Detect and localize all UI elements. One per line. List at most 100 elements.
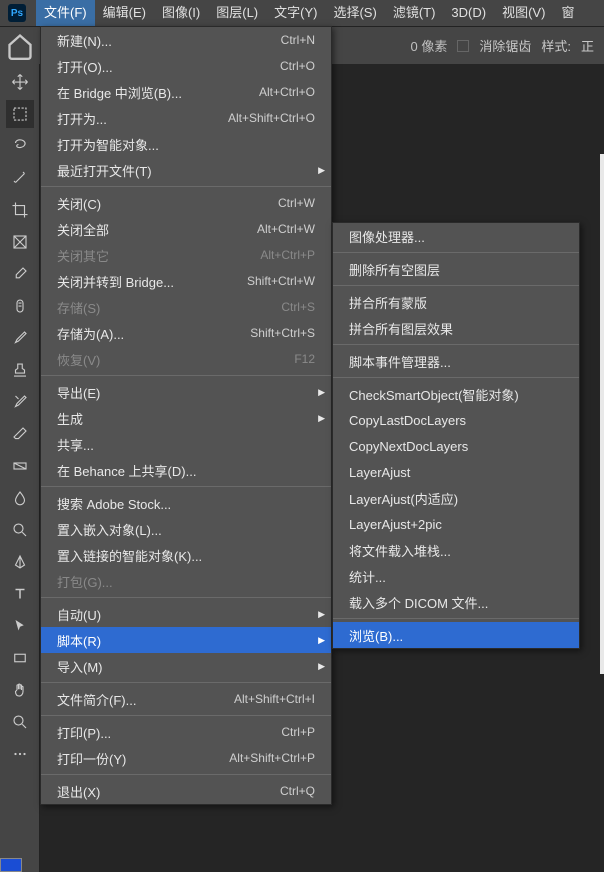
home-icon[interactable]: [6, 32, 34, 60]
script-menu-item[interactable]: CopyLastDocLayers: [333, 407, 579, 433]
file-menu-item[interactable]: 退出(X)Ctrl+Q: [41, 778, 331, 804]
submenu-arrow-icon: ▶: [318, 413, 325, 424]
file-menu-item[interactable]: 自动(U)▶: [41, 601, 331, 627]
file-menu-separator: [41, 715, 331, 716]
lasso-tool-icon[interactable]: [6, 132, 34, 160]
script-menu-item[interactable]: LayerAjust+2pic: [333, 511, 579, 537]
menu-select[interactable]: 选择(S): [325, 0, 384, 26]
menu-3d[interactable]: 3D(D): [443, 0, 494, 26]
more-tools-icon[interactable]: [6, 740, 34, 768]
history-brush-icon[interactable]: [6, 388, 34, 416]
menu-text[interactable]: 文字(Y): [266, 0, 325, 26]
menu-item-label: 最近打开文件(T): [57, 161, 315, 180]
file-menu-item[interactable]: 共享...: [41, 431, 331, 457]
script-menu-separator: [333, 285, 579, 286]
menu-item-label: 存储(S): [57, 298, 281, 317]
submenu-arrow-icon: ▶: [318, 165, 325, 176]
file-menu-item[interactable]: 打印(P)...Ctrl+P: [41, 719, 331, 745]
move-tool-icon[interactable]: [6, 68, 34, 96]
path-select-icon[interactable]: [6, 612, 34, 640]
blur-tool-icon[interactable]: [6, 484, 34, 512]
menu-item-label: 图像处理器...: [349, 227, 563, 246]
menu-edit[interactable]: 编辑(E): [95, 0, 154, 26]
menu-window[interactable]: 窗: [553, 0, 582, 26]
menu-view[interactable]: 视图(V): [494, 0, 553, 26]
file-menu-item[interactable]: 打开为...Alt+Shift+Ctrl+O: [41, 105, 331, 131]
menu-item-label: 脚本事件管理器...: [349, 352, 563, 371]
menu-image[interactable]: 图像(I): [154, 0, 208, 26]
frame-tool-icon[interactable]: [6, 228, 34, 256]
file-menu-item[interactable]: 在 Behance 上共享(D)...: [41, 457, 331, 483]
file-menu-item[interactable]: 打开(O)...Ctrl+O: [41, 53, 331, 79]
script-menu-item[interactable]: CheckSmartObject(智能对象): [333, 381, 579, 407]
menu-item-label: CopyLastDocLayers: [349, 413, 563, 428]
file-menu-item[interactable]: 搜索 Adobe Stock...: [41, 490, 331, 516]
script-menu-item[interactable]: 脚本事件管理器...: [333, 348, 579, 374]
menu-item-label: 置入链接的智能对象(K)...: [57, 546, 315, 565]
menu-file[interactable]: 文件(F): [36, 0, 95, 26]
menu-item-shortcut: Alt+Shift+Ctrl+O: [228, 111, 315, 125]
stamp-tool-icon[interactable]: [6, 356, 34, 384]
menu-item-label: 打印一份(Y): [57, 749, 229, 768]
crop-tool-icon[interactable]: [6, 196, 34, 224]
script-menu-item[interactable]: LayerAjust: [333, 459, 579, 485]
file-menu-item[interactable]: 关闭全部Alt+Ctrl+W: [41, 216, 331, 242]
script-submenu: 图像处理器... 删除所有空图层拼合所有蒙版拼合所有图层效果脚本事件管理器... C…: [332, 222, 580, 649]
type-tool-icon[interactable]: [6, 580, 34, 608]
file-menu-item[interactable]: 置入嵌入对象(L)...: [41, 516, 331, 542]
menu-item-label: 打包(G)...: [57, 572, 315, 591]
file-menu-item[interactable]: 导入(M)▶: [41, 653, 331, 679]
eraser-tool-icon[interactable]: [6, 420, 34, 448]
script-menu-item[interactable]: 统计...: [333, 563, 579, 589]
zoom-tool-icon[interactable]: [6, 708, 34, 736]
script-menu-item[interactable]: 拼合所有图层效果: [333, 315, 579, 341]
file-menu-item[interactable]: 存储为(A)...Shift+Ctrl+S: [41, 320, 331, 346]
menu-item-label: 打开为...: [57, 109, 228, 128]
foreground-color-swatch[interactable]: [0, 858, 22, 872]
script-menu-separator: [333, 344, 579, 345]
script-menu-item[interactable]: 载入多个 DICOM 文件...: [333, 589, 579, 615]
rectangle-tool-icon[interactable]: [6, 644, 34, 672]
file-menu-item[interactable]: 最近打开文件(T)▶: [41, 157, 331, 183]
menu-item-label: 统计...: [349, 567, 563, 586]
antialias-checkbox[interactable]: [457, 40, 469, 52]
script-menu-item[interactable]: LayerAjust(内适应): [333, 485, 579, 511]
menu-item-shortcut: Ctrl+N: [281, 33, 315, 47]
file-menu-item[interactable]: 关闭并转到 Bridge...Shift+Ctrl+W: [41, 268, 331, 294]
wand-tool-icon[interactable]: [6, 164, 34, 192]
script-menu-item[interactable]: CopyNextDocLayers: [333, 433, 579, 459]
file-menu-item: 关闭其它Alt+Ctrl+P: [41, 242, 331, 268]
script-menu-item[interactable]: 删除所有空图层: [333, 256, 579, 282]
script-menu-item[interactable]: 浏览(B)...: [333, 622, 579, 648]
style-value[interactable]: 正: [581, 36, 594, 55]
script-menu-item[interactable]: 拼合所有蒙版: [333, 289, 579, 315]
file-menu-item[interactable]: 文件简介(F)...Alt+Shift+Ctrl+I: [41, 686, 331, 712]
menu-filter[interactable]: 滤镜(T): [385, 0, 444, 26]
file-menu-separator: [41, 597, 331, 598]
brush-tool-icon[interactable]: [6, 324, 34, 352]
healing-tool-icon[interactable]: [6, 292, 34, 320]
script-menu-item[interactable]: 图像处理器...: [333, 223, 579, 249]
menu-item-shortcut: Shift+Ctrl+S: [250, 326, 315, 340]
file-menu-item[interactable]: 新建(N)...Ctrl+N: [41, 27, 331, 53]
eyedropper-tool-icon[interactable]: [6, 260, 34, 288]
file-menu-item[interactable]: 在 Bridge 中浏览(B)...Alt+Ctrl+O: [41, 79, 331, 105]
pen-tool-icon[interactable]: [6, 548, 34, 576]
file-menu-item[interactable]: 生成▶: [41, 405, 331, 431]
menu-layer[interactable]: 图层(L): [208, 0, 266, 26]
marquee-tool-icon[interactable]: [6, 100, 34, 128]
file-menu-item[interactable]: 置入链接的智能对象(K)...: [41, 542, 331, 568]
menu-item-label: 打开为智能对象...: [57, 135, 315, 154]
gradient-tool-icon[interactable]: [6, 452, 34, 480]
menu-item-shortcut: Alt+Ctrl+O: [259, 85, 315, 99]
file-menu-item[interactable]: 导出(E)▶: [41, 379, 331, 405]
dodge-tool-icon[interactable]: [6, 516, 34, 544]
menu-item-shortcut: Ctrl+S: [281, 300, 315, 314]
file-menu-item[interactable]: 脚本(R)▶: [41, 627, 331, 653]
hand-tool-icon[interactable]: [6, 676, 34, 704]
file-menu-item[interactable]: 打开为智能对象...: [41, 131, 331, 157]
script-menu-item[interactable]: 将文件载入堆栈...: [333, 537, 579, 563]
file-menu-item[interactable]: 关闭(C)Ctrl+W: [41, 190, 331, 216]
script-menu-separator: [333, 377, 579, 378]
file-menu-item[interactable]: 打印一份(Y)Alt+Shift+Ctrl+P: [41, 745, 331, 771]
